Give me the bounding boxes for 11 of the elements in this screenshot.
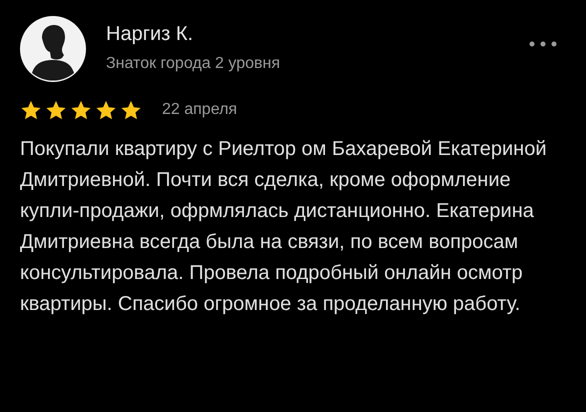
star-icon <box>120 100 142 120</box>
review-date: 22 апреля <box>162 100 238 120</box>
star-icon <box>45 100 67 120</box>
star-icon <box>70 100 92 120</box>
star-icon <box>95 100 117 120</box>
author-level: Знаток города 2 уровня <box>106 54 280 74</box>
avatar-icon <box>20 16 86 82</box>
review-text: Покупали квартиру с Риелтор ом Бахаревой Екатериной Дмитриевной. Почти вся сделка, кроме оформление купли-продажи, офрмлялась дистанционно. Екатерина Дмитриевна всегда была на связи, по всем вопросам консультировала. Провела подробный онлайн осмотр квартиры. Спасибо огромное за проделанную работу. <box>20 137 548 317</box>
more-icon <box>528 40 558 48</box>
star-icon <box>20 100 42 120</box>
author-name: Наргиз К. <box>106 22 194 47</box>
